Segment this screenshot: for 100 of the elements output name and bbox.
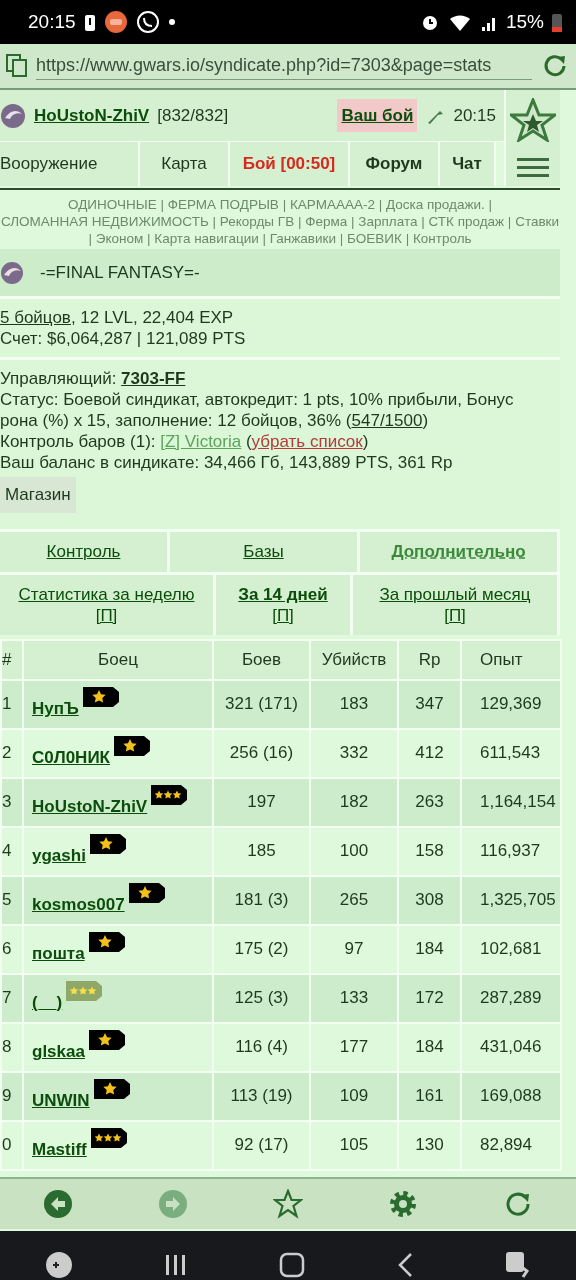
rank-cell: 9: [1, 1071, 23, 1121]
link-separator: |: [339, 231, 344, 246]
menu-icon[interactable]: [517, 156, 549, 179]
link-separator: |: [160, 197, 164, 212]
settings-icon[interactable]: [388, 1188, 419, 1219]
info-line: рона (%) x 15, заполнение: 12 бойцов, 36% (547/1500): [0, 410, 430, 431]
print-link[interactable]: [П]: [95, 604, 118, 626]
link[interactable]: 5 бойцов: [0, 308, 71, 327]
exp-cell: 287,289: [461, 973, 561, 1023]
info-line: Счет: $6,064,287 | 121,089 PTS: [0, 328, 247, 349]
rp-cell: 263: [398, 777, 461, 827]
rp-cell: 412: [398, 728, 461, 778]
kills-cell: 332: [310, 728, 398, 778]
quick-link[interactable]: БОЕВИК: [347, 231, 402, 246]
player-link[interactable]: kosmos007: [32, 895, 125, 915]
battle-button[interactable]: Ваш бой: [337, 98, 418, 133]
battles-cell: 256 (16): [213, 728, 310, 778]
player-link[interactable]: ygashi: [32, 846, 86, 866]
player-link[interactable]: пошта: [32, 944, 85, 964]
period-link[interactable]: За 14 дней: [238, 583, 328, 605]
kills-cell: 133: [310, 973, 398, 1023]
nav-tab[interactable]: Карта: [140, 142, 230, 186]
quick-link[interactable]: СЛОМАННАЯ НЕДВИЖИМОСТЬ: [0, 214, 209, 229]
exp-cell: 82,894: [461, 1120, 561, 1170]
link[interactable]: 7303-FF: [121, 369, 186, 388]
link-separator: |: [147, 231, 151, 246]
rp-cell: 158: [398, 826, 461, 876]
battery-icon: [552, 12, 562, 32]
info-line: Контроль баров (1): [Z] Victoria (убрать список): [0, 431, 370, 452]
player-link[interactable]: С0Л0НИК: [32, 748, 110, 768]
battery-alert-icon: [83, 12, 96, 32]
info-line: Управляющий: 7303-FF: [0, 368, 187, 389]
link-separator: |: [421, 214, 425, 229]
rp-cell: 172: [398, 973, 461, 1023]
exp-cell: 431,046: [461, 1022, 561, 1072]
quick-link[interactable]: Ферма: [305, 214, 348, 229]
exp-cell: 169,088: [461, 1071, 561, 1121]
link-separator: |: [262, 231, 267, 246]
battles-cell: 175 (2): [213, 924, 310, 974]
info-line: Ваш баланс в синдикате: 34,466 Гб, 143,889 PTS, 361 Rp: [0, 452, 454, 473]
quick-link[interactable]: Контроль: [412, 231, 472, 246]
shop-button[interactable]: Магазин: [0, 477, 76, 513]
back-icon[interactable]: [42, 1188, 73, 1219]
link-separator: |: [488, 197, 492, 212]
battles-cell: 113 (19): [213, 1071, 310, 1121]
kills-cell: 182: [310, 777, 398, 827]
column-header: Убийств: [310, 639, 398, 680]
player-link[interactable]: glskaa: [32, 1042, 85, 1062]
info-line: Статус: Боевой синдикат, автокредит: 1 pts, 10% прибыли, Бонус: [0, 389, 515, 410]
nav-tab[interactable]: Форум: [350, 142, 440, 186]
period-link[interactable]: Статистика за неделю: [18, 583, 195, 605]
print-link[interactable]: [П]: [444, 604, 466, 626]
app-notification-icon: [103, 10, 128, 34]
star-icon[interactable]: [510, 97, 556, 142]
link-separator: |: [378, 197, 383, 212]
period-link[interactable]: За прошлый месяц: [379, 583, 531, 605]
dot-icon: [167, 18, 176, 26]
print-link[interactable]: [П]: [272, 604, 294, 626]
quick-link[interactable]: Ганжавики: [269, 231, 337, 246]
quick-link[interactable]: ФЕРМА ПОДРЫВ: [167, 197, 279, 212]
star-icon[interactable]: [272, 1188, 303, 1219]
quick-link[interactable]: СТК продаж: [428, 214, 505, 229]
nav-tab[interactable]: Вооружение: [0, 142, 140, 186]
hp-text: [832/832]: [157, 104, 229, 127]
section-tab[interactable]: Базы: [243, 538, 284, 565]
exp-cell: 1,325,705: [461, 875, 561, 925]
nav-tab[interactable]: Чат: [440, 142, 496, 186]
link-separator: |: [405, 231, 410, 246]
exp-cell: 129,369: [461, 679, 561, 729]
copy-icon: [6, 54, 28, 78]
rp-cell: 184: [398, 924, 461, 974]
quick-link[interactable]: Ставки: [515, 214, 560, 229]
column-header: Боев: [213, 639, 310, 680]
column-header: Боец: [23, 639, 213, 680]
nav-tab[interactable]: Бой [00:50]: [230, 142, 350, 186]
quick-link[interactable]: Карта навигации: [154, 231, 259, 246]
player-link[interactable]: UNWIN: [32, 1091, 90, 1111]
quick-link[interactable]: Доска продажи.: [385, 197, 485, 212]
quick-link[interactable]: Рекорды ГВ: [219, 214, 295, 229]
rank-cell: 7: [1, 973, 23, 1023]
player-link[interactable]: НупЪ: [32, 699, 79, 719]
syndicate-name: -=FINAL FANTASY=-: [40, 261, 200, 284]
link[interactable]: 547/1500: [351, 411, 423, 430]
kills-cell: 105: [310, 1120, 398, 1170]
quick-link[interactable]: КАРМАААА-2: [289, 197, 375, 212]
link[interactable]: убрать список: [251, 432, 363, 451]
exp-cell: 1,164,154: [461, 777, 561, 827]
game-controller-icon[interactable]: [45, 1250, 74, 1279]
battles-cell: 185: [213, 826, 310, 876]
rp-cell: 308: [398, 875, 461, 925]
player-link[interactable]: HoUstoN-ZhiV: [34, 102, 150, 129]
quick-link[interactable]: Зарплата: [358, 214, 418, 229]
exp-cell: 102,681: [461, 924, 561, 974]
player-link[interactable]: (__): [32, 993, 63, 1013]
quick-link[interactable]: Эконом: [95, 231, 144, 246]
battles-cell: 116 (4): [213, 1022, 310, 1072]
home-icon[interactable]: [279, 1251, 305, 1278]
exp-cell: 611,543: [461, 728, 561, 778]
player-link[interactable]: Mastiff: [32, 1140, 87, 1160]
link-separator: |: [351, 214, 355, 229]
